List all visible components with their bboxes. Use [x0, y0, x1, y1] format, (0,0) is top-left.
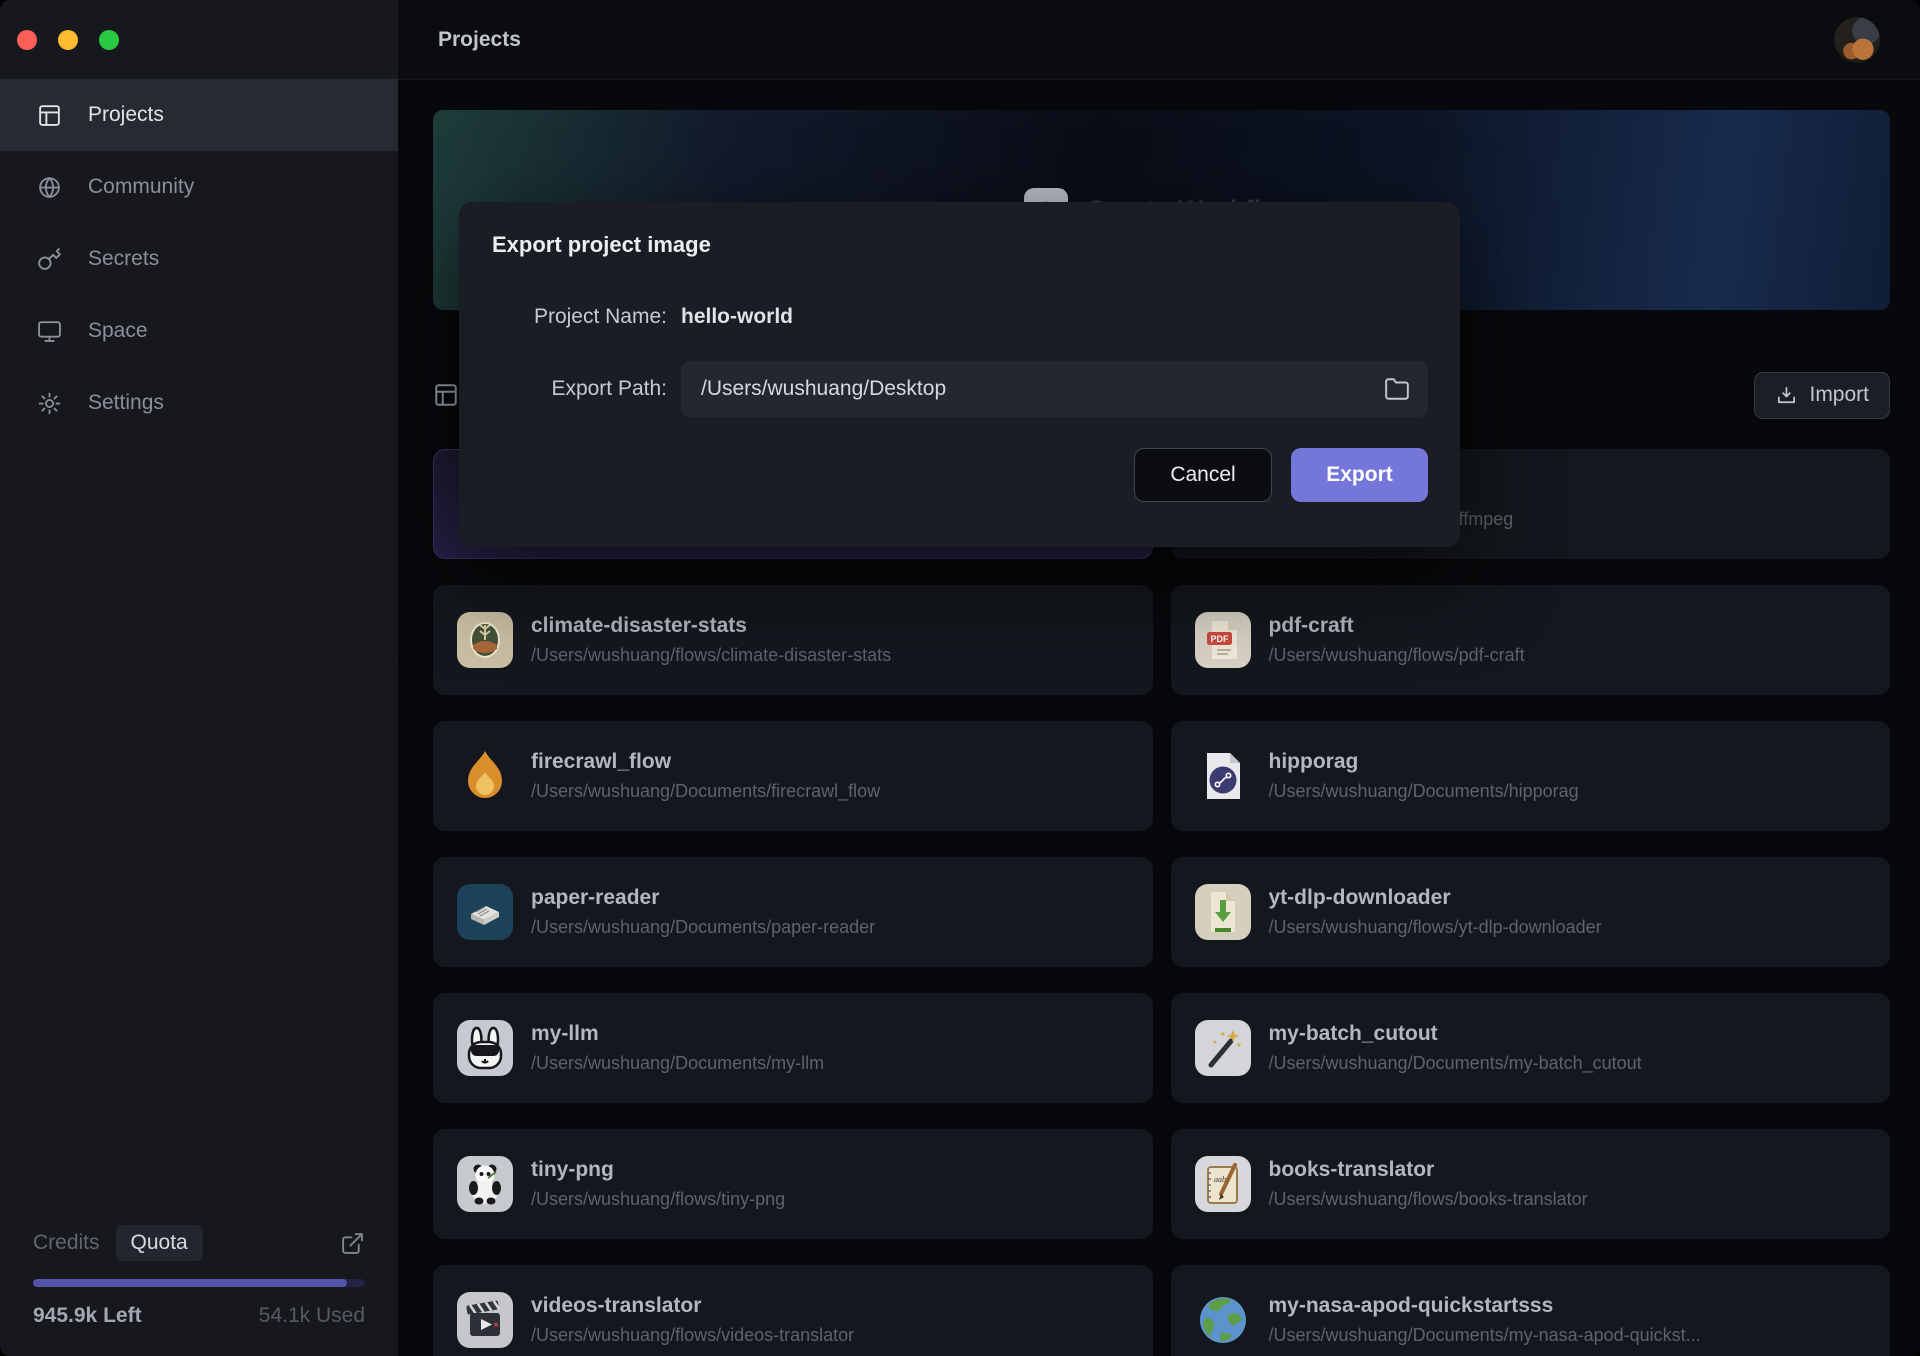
- key-icon: [37, 247, 62, 272]
- project-path: /Users/wushuang/flows/books-translator: [1269, 1189, 1588, 1210]
- project-card[interactable]: my-batch_cutout /Users/wushuang/Document…: [1171, 993, 1891, 1103]
- panda-icon: [457, 1156, 513, 1212]
- project-name: hipporag: [1269, 750, 1579, 774]
- climate-icon: [457, 612, 513, 668]
- project-name-value: hello-world: [681, 305, 793, 329]
- magic-wand-icon: [1195, 1020, 1251, 1076]
- project-name: tiny-png: [531, 1158, 785, 1182]
- import-button[interactable]: Import: [1754, 372, 1890, 419]
- export-path-input[interactable]: [699, 376, 1384, 402]
- project-card[interactable]: yt-dlp-downloader /Users/wushuang/flows/…: [1171, 857, 1891, 967]
- zoom-window-button[interactable]: [99, 30, 119, 50]
- project-card[interactable]: videos-translator /Users/wushuang/flows/…: [433, 1265, 1153, 1356]
- project-name: firecrawl_flow: [531, 750, 880, 774]
- close-window-button[interactable]: [17, 30, 37, 50]
- paper-stack-icon: [457, 884, 513, 940]
- project-name: books-translator: [1269, 1158, 1588, 1182]
- project-name: my-batch_cutout: [1269, 1022, 1642, 1046]
- import-icon: [1775, 384, 1798, 407]
- quota-tab[interactable]: Quota: [116, 1225, 203, 1261]
- project-name: pdf-craft: [1269, 614, 1525, 638]
- globe-icon: [37, 175, 62, 200]
- download-doc-icon: [1195, 884, 1251, 940]
- doc-graph-icon: [1195, 748, 1251, 804]
- project-name: my-llm: [531, 1022, 824, 1046]
- app-window: Projects Community Secrets Space Setting…: [0, 0, 1920, 1356]
- folder-icon: [1384, 376, 1410, 402]
- sidebar-item-space[interactable]: Space: [0, 295, 398, 367]
- project-path: /Users/wushuang/Documents/paper-reader: [531, 917, 875, 938]
- external-link-icon[interactable]: [340, 1231, 365, 1256]
- sidebar-item-community[interactable]: Community: [0, 151, 398, 223]
- flame-icon: [457, 748, 513, 804]
- project-path: /Users/wushuang/Documents/firecrawl_flow: [531, 781, 880, 802]
- project-card[interactable]: aabd books-translator /Users/wushuang/fl…: [1171, 1129, 1891, 1239]
- sidebar-item-secrets[interactable]: Secrets: [0, 223, 398, 295]
- project-path: /Users/wushuang/flows/pdf-craft: [1269, 645, 1525, 666]
- export-path-label: Export Path:: [492, 377, 667, 401]
- minimize-window-button[interactable]: [58, 30, 78, 50]
- svg-text:PDF: PDF: [1210, 634, 1229, 644]
- credits-left-value: 945.9k Left: [33, 1304, 142, 1328]
- project-card[interactable]: firecrawl_flow /Users/wushuang/Documents…: [433, 721, 1153, 831]
- sidebar-nav: Projects Community Secrets Space Setting…: [0, 79, 398, 439]
- project-card[interactable]: paper-reader /Users/wushuang/Documents/p…: [433, 857, 1153, 967]
- projects-grid: ffmpeg /Users/wushuang/flows/ffmpeg clim…: [433, 449, 1890, 1356]
- user-avatar[interactable]: [1834, 17, 1880, 63]
- credits-used-value: 54.1k Used: [259, 1304, 365, 1328]
- sidebar-item-projects[interactable]: Projects: [0, 79, 398, 151]
- project-name: climate-disaster-stats: [531, 614, 891, 638]
- project-path: /Users/wushuang/flows/videos-translator: [531, 1325, 854, 1346]
- project-name: paper-reader: [531, 886, 875, 910]
- main-header: Projects: [398, 0, 1920, 80]
- sidebar-item-settings[interactable]: Settings: [0, 367, 398, 439]
- globe-earth-icon: [1195, 1292, 1251, 1348]
- project-card[interactable]: my-llm /Users/wushuang/Documents/my-llm: [433, 993, 1153, 1103]
- titlebar: [0, 0, 398, 79]
- project-card[interactable]: PDF pdf-craft /Users/wushuang/flows/pdf-…: [1171, 585, 1891, 695]
- project-name: videos-translator: [531, 1294, 854, 1318]
- quota-progress-fill: [33, 1279, 347, 1287]
- project-path: /Users/wushuang/Documents/hipporag: [1269, 781, 1579, 802]
- notebook-icon: aabd: [1195, 1156, 1251, 1212]
- project-path: /Users/wushuang/Documents/my-batch_cutou…: [1269, 1053, 1642, 1074]
- page-title: Projects: [438, 28, 521, 52]
- project-path: /Users/wushuang/flows/yt-dlp-downloader: [1269, 917, 1602, 938]
- credits-tab[interactable]: Credits: [33, 1231, 100, 1255]
- project-card[interactable]: climate-disaster-stats /Users/wushuang/f…: [433, 585, 1153, 695]
- quota-progress-bar: [33, 1279, 365, 1287]
- project-name-label: Project Name:: [492, 305, 667, 329]
- project-card[interactable]: hipporag /Users/wushuang/Documents/hippo…: [1171, 721, 1891, 831]
- monitor-icon: [37, 319, 62, 344]
- project-path: /Users/wushuang/flows/tiny-png: [531, 1189, 785, 1210]
- table-icon: [37, 103, 62, 128]
- project-name: my-nasa-apod-quickstartsss: [1269, 1294, 1701, 1318]
- export-project-dialog: Export project image Project Name: hello…: [459, 202, 1460, 547]
- project-path: /Users/wushuang/flows/climate-disaster-s…: [531, 645, 891, 666]
- browse-folder-button[interactable]: [1384, 376, 1410, 402]
- project-name: yt-dlp-downloader: [1269, 886, 1602, 910]
- project-card[interactable]: tiny-png /Users/wushuang/flows/tiny-png: [433, 1129, 1153, 1239]
- clapperboard-icon: [457, 1292, 513, 1348]
- gear-icon: [37, 391, 62, 416]
- cancel-button[interactable]: Cancel: [1134, 448, 1272, 502]
- pdf-icon: PDF: [1195, 612, 1251, 668]
- project-card[interactable]: my-nasa-apod-quickstartsss /Users/wushua…: [1171, 1265, 1891, 1356]
- export-path-field: [681, 361, 1428, 417]
- sidebar: Projects Community Secrets Space Setting…: [0, 0, 398, 1356]
- project-path: /Users/wushuang/Documents/my-nasa-apod-q…: [1269, 1325, 1701, 1346]
- export-button[interactable]: Export: [1291, 448, 1428, 502]
- project-path: /Users/wushuang/Documents/my-llm: [531, 1053, 824, 1074]
- rabbit-icon: [457, 1020, 513, 1076]
- dialog-title: Export project image: [492, 232, 1428, 258]
- sidebar-footer: Credits Quota 945.9k Left 54.1k Used: [33, 1225, 365, 1328]
- grid-view-icon[interactable]: [433, 382, 459, 408]
